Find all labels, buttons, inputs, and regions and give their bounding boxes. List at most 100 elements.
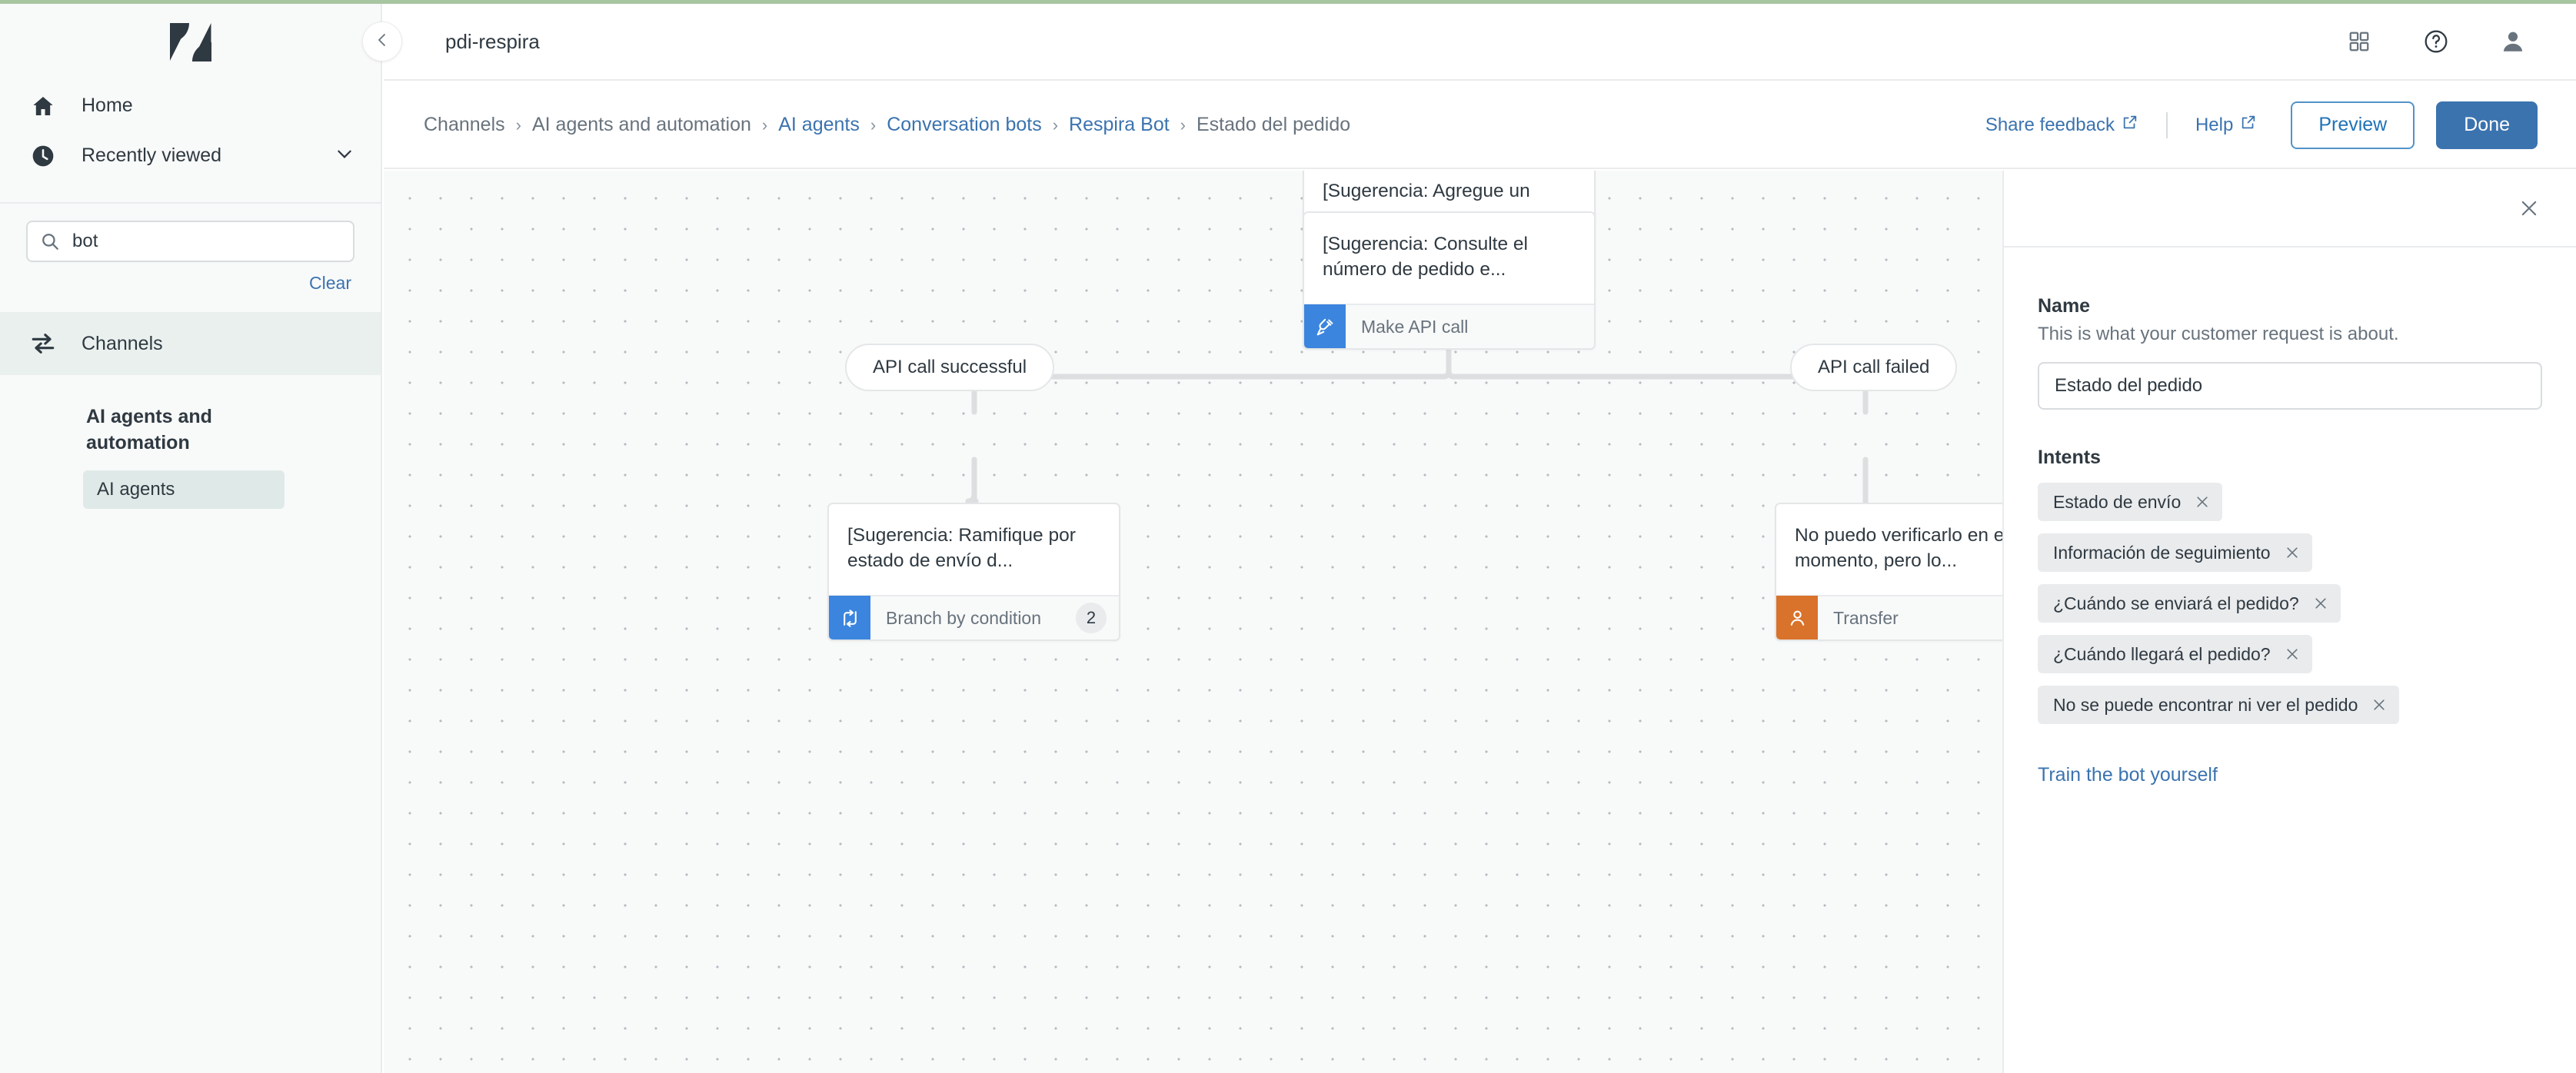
intent-tag-label: Estado de envío [2053, 491, 2182, 512]
sidebar-collapse-button[interactable] [362, 22, 402, 61]
sidebar-item-recently-viewed-label: Recently viewed [82, 145, 222, 166]
sidebar-item-recently-viewed[interactable]: Recently viewed [0, 131, 381, 181]
left-sidebar: Home Recently viewed Clear [0, 4, 382, 1073]
intent-tag-label: ¿Cuándo llegará el pedido? [2053, 643, 2271, 664]
panel-body: Name This is what your customer request … [2004, 247, 2576, 786]
breadcrumb-separator: › [870, 115, 877, 135]
flow-node-branch-by-condition[interactable]: [Sugerencia: Ramifique por estado de env… [827, 503, 1120, 641]
home-icon [29, 94, 57, 118]
sidebar-item-channels-label: Channels [82, 332, 163, 354]
breadcrumb-separator: › [515, 115, 521, 135]
intent-tag[interactable]: ¿Cuándo llegará el pedido? [2038, 635, 2312, 673]
brand-area [0, 4, 381, 81]
breadcrumb-item-current: Estado del pedido [1196, 114, 1351, 135]
flow-connectors [965, 171, 1869, 506]
sidebar-item-home[interactable]: Home [0, 81, 381, 131]
clear-search-link[interactable]: Clear [309, 273, 351, 293]
actions-divider [2165, 111, 2168, 138]
breadcrumb-separator: › [761, 115, 768, 135]
flow-node-text: [Sugerencia: Consulte el número de pedid… [1323, 234, 1528, 281]
search-input[interactable] [72, 231, 341, 252]
close-icon[interactable] [2285, 545, 2300, 560]
preview-button[interactable]: Preview [2291, 101, 2415, 149]
flow-node-make-api-call[interactable]: [Sugerencia: Consulte el número de pedid… [1303, 211, 1596, 350]
top-bar: pdi-respira [384, 4, 2576, 81]
breadcrumb-item-ai-agents-and-automation[interactable]: AI agents and automation [532, 114, 751, 136]
breadcrumb-item-conversation-bots[interactable]: Conversation bots [887, 114, 1042, 136]
user-avatar-icon[interactable] [2496, 25, 2530, 58]
branch-pill-api-call-successful[interactable]: API call successful [845, 344, 1055, 391]
chevron-left-icon [373, 31, 391, 53]
intents-label: Intents [2038, 447, 2101, 468]
intent-tag[interactable]: Estado de envío [2038, 483, 2223, 521]
flow-node-body: [Sugerencia: Ramifique por estado de env… [829, 504, 1119, 595]
branch-pill-label: API call failed [1818, 357, 1930, 377]
share-feedback-link[interactable]: Share feedback [1985, 114, 2138, 136]
breadcrumb-bar: Channels › AI agents and automation › AI… [384, 82, 2576, 169]
name-field-label: Name [2038, 295, 2091, 317]
flow-node-text: No puedo verificarlo en este momento, pe… [1795, 525, 2002, 572]
flow-node-text: [Sugerencia: Ramifique por estado de env… [847, 525, 1076, 572]
panel-header [2004, 171, 2576, 247]
branch-icon [829, 596, 870, 639]
name-input[interactable] [2038, 362, 2542, 410]
flow-node-transfer[interactable]: No puedo verificarlo en este momento, pe… [1775, 503, 2002, 641]
help-link[interactable]: Help [2195, 114, 2257, 136]
zendesk-logo[interactable] [169, 23, 211, 61]
breadcrumb-separator: › [1180, 115, 1186, 135]
chevron-down-icon[interactable] [334, 144, 354, 168]
intent-tag-label: Información de seguimiento [2053, 542, 2271, 563]
intent-tag-label: ¿Cuándo se enviará el pedido? [2053, 593, 2299, 613]
person-icon [1776, 596, 1818, 639]
clear-row: Clear [0, 262, 381, 294]
close-icon[interactable] [2313, 596, 2328, 611]
bot-flow-canvas[interactable]: [Sugerencia: Agregue un campo para... As… [384, 171, 2002, 1073]
external-link-icon [2240, 114, 2257, 136]
intent-detail-panel: Name This is what your customer request … [2002, 171, 2576, 1073]
intent-tag[interactable]: Información de seguimiento [2038, 533, 2312, 572]
sidebar-item-home-label: Home [82, 95, 133, 116]
intents-list: Estado de envío Información de seguimien… [2038, 483, 2542, 724]
intent-tag[interactable]: ¿Cuándo se enviará el pedido? [2038, 584, 2341, 623]
intent-tag-label: No se puede encontrar ni ver el pedido [2053, 694, 2358, 715]
help-circle-icon[interactable] [2419, 25, 2453, 58]
help-label: Help [2195, 114, 2234, 135]
close-icon[interactable] [2285, 646, 2300, 662]
page-title: pdi-respira [445, 29, 540, 53]
clock-icon [29, 144, 57, 168]
breadcrumb-item-channels[interactable]: Channels [424, 114, 505, 136]
search-icon [40, 231, 66, 251]
sidebar-section-heading: AI agents and automation [86, 406, 212, 453]
sidebar-item-ai-agents[interactable]: AI agents [83, 470, 285, 509]
close-icon[interactable] [2511, 191, 2547, 226]
train-the-bot-link[interactable]: Train the bot yourself [2038, 764, 2218, 786]
breadcrumb-item-respira-bot[interactable]: Respira Bot [1069, 114, 1170, 136]
branch-pill-api-call-failed[interactable]: API call failed [1790, 344, 1958, 391]
flow-node-body: No puedo verificarlo en este momento, pe… [1776, 504, 2002, 595]
flow-node-action-label: Branch by condition [886, 607, 1042, 628]
external-link-icon [2122, 114, 2138, 136]
flow-node-footer: Transfer [1776, 595, 2002, 639]
channels-swap-icon [29, 331, 57, 357]
branch-pill-label: API call successful [873, 357, 1027, 377]
breadcrumb: Channels › AI agents and automation › AI… [424, 114, 1350, 136]
breadcrumb-separator: › [1052, 115, 1059, 135]
search-box[interactable] [26, 221, 354, 262]
apps-grid-icon[interactable] [2342, 25, 2376, 58]
breadcrumb-item-ai-agents[interactable]: AI agents [778, 114, 860, 136]
share-feedback-label: Share feedback [1985, 114, 2115, 135]
sidebar-search-area [0, 204, 381, 262]
close-icon[interactable] [2195, 494, 2210, 510]
flow-node-footer: Branch by condition 2 [829, 595, 1119, 639]
done-button[interactable]: Done [2436, 101, 2538, 149]
intent-tag[interactable]: No se puede encontrar ni ver el pedido [2038, 686, 2400, 724]
flow-node-footer: Make API call [1304, 304, 1594, 348]
topbar-actions [2342, 25, 2576, 58]
flow-node-action-label: Transfer [1833, 607, 1899, 628]
sidebar-item-channels[interactable]: Channels [0, 312, 381, 375]
close-icon[interactable] [2371, 697, 2387, 713]
flow-node-action-label: Make API call [1361, 316, 1469, 337]
plug-icon [1304, 304, 1346, 348]
name-field-hint: This is what your customer request is ab… [2038, 324, 2399, 344]
flow-node-branch-count: 2 [1076, 603, 1107, 633]
